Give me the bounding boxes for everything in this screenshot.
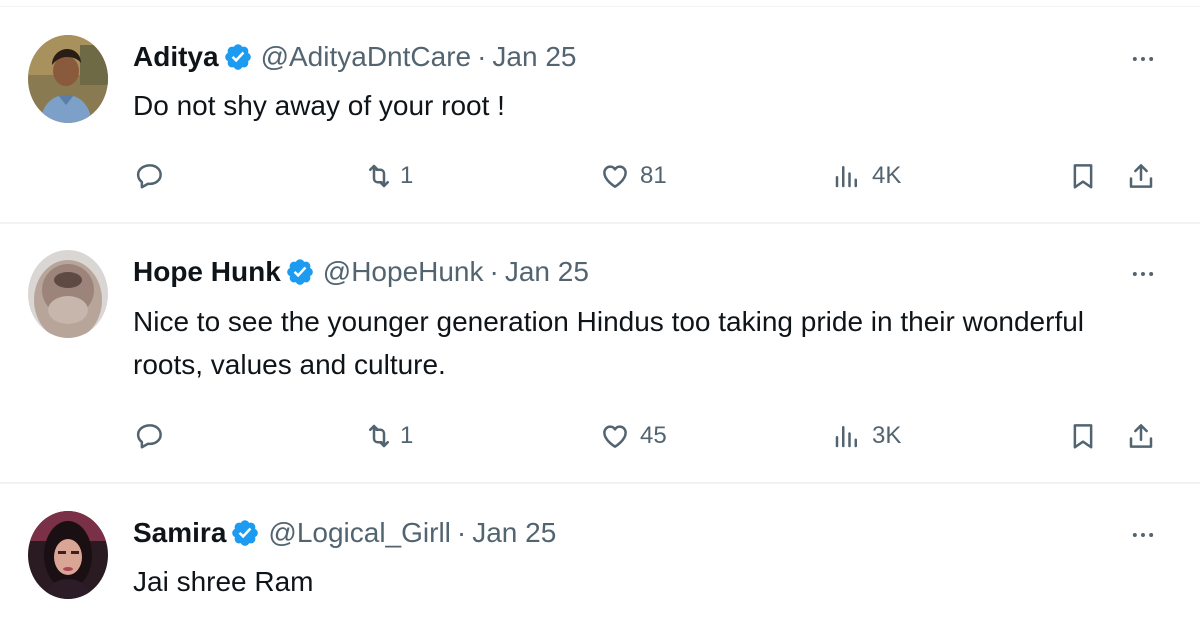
like-button[interactable]: 81 xyxy=(600,158,667,194)
separator: · xyxy=(456,517,467,548)
views-count: 3K xyxy=(872,422,902,449)
repost-button[interactable]: 1 xyxy=(364,158,413,194)
more-icon xyxy=(1129,45,1157,73)
repost-count: 1 xyxy=(400,162,414,189)
share-icon xyxy=(1126,421,1156,451)
views-count: 4K xyxy=(872,162,902,189)
like-button[interactable]: 45 xyxy=(600,418,667,454)
reply-button[interactable] xyxy=(135,158,175,194)
repost-icon xyxy=(364,161,394,191)
tweet-text: Jai shree Ram xyxy=(133,566,314,597)
display-name[interactable]: Samira xyxy=(133,516,226,550)
share-icon xyxy=(1126,161,1156,191)
views-icon xyxy=(832,161,862,191)
reply-button[interactable] xyxy=(135,418,175,454)
user-handle[interactable]: @HopeHunk xyxy=(323,255,484,289)
like-icon xyxy=(600,161,630,191)
post-date[interactable]: Jan 25 xyxy=(505,255,589,289)
views-button[interactable]: 4K xyxy=(832,158,901,194)
repost-icon xyxy=(364,421,394,451)
separator: · xyxy=(477,41,487,72)
bookmark-icon xyxy=(1068,421,1098,451)
avatar[interactable] xyxy=(28,250,108,338)
tweet-samira[interactable]: Samira @Logical_Girll · Jan 25 Jai shree… xyxy=(0,484,1200,628)
tweet-text: Do not shy away of your root ! xyxy=(133,90,505,121)
verified-badge-icon[interactable] xyxy=(230,518,260,548)
views-icon xyxy=(832,421,862,451)
more-icon xyxy=(1129,521,1157,549)
post-date[interactable]: Jan 25 xyxy=(492,40,576,74)
tweet-header: Hope Hunk @HopeHunk · Jan 25 xyxy=(133,255,589,289)
separator: · xyxy=(489,256,499,287)
like-count: 81 xyxy=(640,162,667,189)
bookmark-icon xyxy=(1068,161,1098,191)
tweet-text: Nice to see the younger generation Hindu… xyxy=(133,306,1085,380)
display-name[interactable]: Hope Hunk xyxy=(133,255,281,289)
tweet-header: Aditya @AdityaDntCare · Jan 25 xyxy=(133,40,577,74)
post-date[interactable]: Jan 25 xyxy=(472,516,556,550)
share-button[interactable] xyxy=(1126,418,1156,454)
more-button[interactable] xyxy=(1126,42,1160,76)
bookmark-button[interactable] xyxy=(1068,158,1098,194)
tweet-header: Samira @Logical_Girll · Jan 25 xyxy=(133,516,556,550)
more-icon xyxy=(1129,260,1157,288)
tweet-hope-hunk[interactable]: Hope Hunk @HopeHunk · Jan 25 Nice to see… xyxy=(0,224,1200,482)
verified-badge-icon[interactable] xyxy=(223,42,253,72)
bookmark-button[interactable] xyxy=(1068,418,1098,454)
reply-icon xyxy=(135,421,165,451)
views-button[interactable]: 3K xyxy=(832,418,901,454)
repost-count: 1 xyxy=(400,422,414,449)
user-handle[interactable]: @AdityaDntCare xyxy=(261,40,472,74)
verified-badge-icon[interactable] xyxy=(285,257,315,287)
like-count: 45 xyxy=(640,422,667,449)
reply-icon xyxy=(135,161,165,191)
user-handle[interactable]: @Logical_Girll xyxy=(268,516,451,550)
more-button[interactable] xyxy=(1126,257,1160,291)
avatar[interactable] xyxy=(28,511,108,599)
more-button[interactable] xyxy=(1126,518,1160,552)
avatar[interactable] xyxy=(28,35,108,123)
display-name[interactable]: Aditya xyxy=(133,40,219,74)
tweet-aditya[interactable]: Aditya @AdityaDntCare · Jan 25 Do not sh… xyxy=(0,0,1200,222)
share-button[interactable] xyxy=(1126,158,1156,194)
repost-button[interactable]: 1 xyxy=(364,418,413,454)
like-icon xyxy=(600,421,630,451)
